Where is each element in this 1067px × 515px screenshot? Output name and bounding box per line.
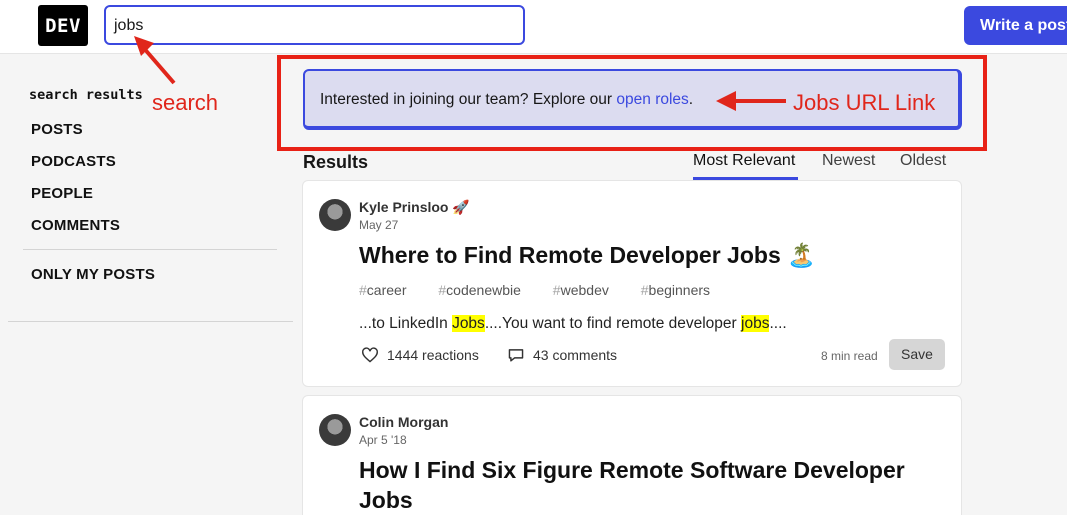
author-name[interactable]: Colin Morgan	[359, 414, 448, 430]
save-button[interactable]: Save	[889, 339, 945, 370]
read-time: 8 min read	[821, 349, 878, 363]
sidebar-bottom-divider	[8, 321, 293, 322]
dev-logo[interactable]: DEV	[38, 5, 88, 46]
tag-beginners[interactable]: #beginners	[641, 282, 724, 298]
reactions-count: 1444 reactions	[387, 347, 479, 363]
jobs-link-annotation-arrow	[716, 91, 786, 111]
avatar[interactable]	[319, 199, 351, 231]
sidebar-divider	[23, 249, 277, 250]
tag-codenewbie[interactable]: #codenewbie	[438, 282, 535, 298]
tag-list: #career #codenewbie #webdev #beginners	[359, 282, 738, 298]
tag-webdev[interactable]: #webdev	[553, 282, 623, 298]
sidebar-item-people[interactable]: PEOPLE	[31, 185, 93, 202]
post-card[interactable]: Kyle Prinsloo 🚀 May 27 Where to Find Rem…	[302, 180, 962, 387]
avatar[interactable]	[319, 414, 351, 446]
search-highlight: Jobs	[452, 315, 485, 332]
search-highlight: jobs	[741, 315, 770, 332]
post-date: Apr 5 '18	[359, 433, 407, 447]
sidebar-item-only-my-posts[interactable]: ONLY MY POSTS	[31, 266, 155, 283]
post-snippet: ...to LinkedIn Jobs....You want to find …	[359, 315, 787, 332]
tab-oldest[interactable]: Oldest	[900, 152, 946, 170]
heart-icon	[361, 347, 379, 363]
tab-most-relevant[interactable]: Most Relevant	[693, 152, 795, 170]
tab-newest[interactable]: Newest	[822, 152, 875, 170]
search-annotation-label: search	[152, 90, 219, 115]
results-heading: Results	[303, 152, 369, 172]
write-post-button[interactable]: Write a post	[964, 6, 1067, 45]
sidebar-item-comments[interactable]: COMMENTS	[31, 217, 120, 234]
search-annotation-arrow	[134, 36, 176, 85]
sidebar-item-podcasts[interactable]: PODCASTS	[31, 153, 116, 170]
sidebar-heading: search results	[29, 87, 143, 103]
author-name[interactable]: Kyle Prinsloo 🚀	[359, 199, 470, 216]
post-title[interactable]: How I Find Six Figure Remote Software De…	[359, 455, 905, 515]
tag-career[interactable]: #career	[359, 282, 420, 298]
sidebar-item-posts[interactable]: POSTS	[31, 121, 83, 138]
comments-link[interactable]: 43 comments	[507, 347, 617, 363]
post-card[interactable]: Colin Morgan Apr 5 '18 How I Find Six Fi…	[302, 395, 962, 515]
comments-count: 43 comments	[533, 347, 618, 363]
comment-icon	[507, 347, 525, 363]
post-title[interactable]: Where to Find Remote Developer Jobs 🏝️	[359, 240, 816, 270]
jobs-link-annotation-label: Jobs URL Link	[793, 90, 936, 115]
post-date: May 27	[359, 218, 399, 232]
reactions-link[interactable]: 1444 reactions	[361, 347, 479, 363]
